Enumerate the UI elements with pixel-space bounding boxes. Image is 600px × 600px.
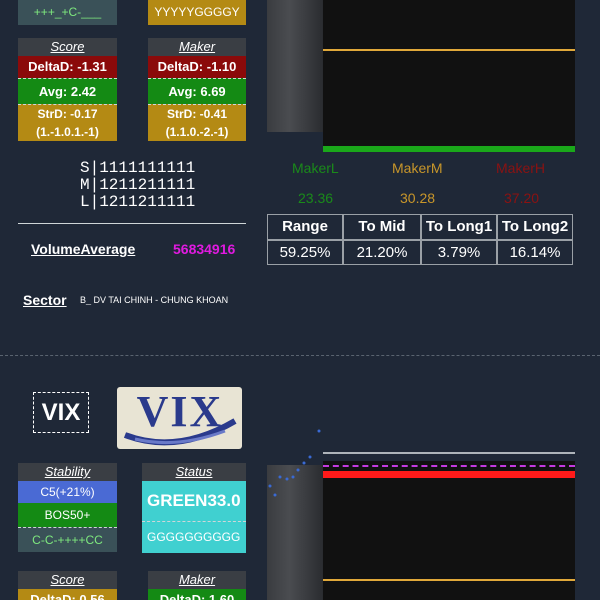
divider (18, 223, 246, 224)
bottom-chart-dots (268, 429, 321, 497)
top-chart-plot (323, 0, 575, 148)
table-value-to-mid: 21.20% (343, 240, 421, 265)
table-header-to-long1: To Long1 (421, 214, 497, 240)
stability-card: Stability C5(+21%) BOS50+ C-C-++++CC (18, 463, 117, 552)
bottom-chart-white-line (323, 452, 575, 454)
maker-strd-sub: (1.1.0.-2.-1) (165, 125, 229, 139)
top-chart-green-band (323, 146, 575, 152)
maker-m-label: MakerM (392, 160, 443, 176)
bottom-score-delta: DeltaD: 0.56 (18, 589, 117, 600)
maker-avg: Avg: 6.69 (148, 78, 246, 104)
table-value-to-long2: 16.14% (497, 240, 573, 265)
bottom-chart-orange-line (323, 579, 575, 581)
stability-bos: BOS50+ (18, 503, 117, 527)
maker-strd-block: StrD: -0.41 (1.1.0.-2.-1) (148, 104, 246, 141)
bottom-maker-header: Maker (148, 571, 246, 589)
maker-m-value: 30.28 (400, 190, 436, 206)
maker-strd: StrD: -0.41 (166, 107, 228, 121)
stability-c5: C5(+21%) (18, 481, 117, 503)
distance-table: Range To Mid To Long1 To Long2 59.25% 21… (267, 214, 573, 265)
ticker-text: VIX (41, 398, 81, 426)
rank-line-m: M|1211211111 (80, 176, 196, 194)
sector-value: B_ DV TAI CHINH - CHUNG KHOAN (80, 295, 229, 305)
maker-card: Maker DeltaD: -1.10 Avg: 6.69 StrD: -0.4… (148, 38, 246, 141)
table-header-range: Range (267, 214, 343, 240)
score-strd-sub: (1.-1.0.1.-1) (36, 125, 99, 139)
bottom-chart-red-band (323, 471, 575, 478)
score-delta: DeltaD: -1.31 (18, 56, 117, 78)
top-pattern-text: +++_+C-___ (33, 5, 102, 19)
rank-line-l: L|1211211111 (80, 193, 196, 211)
bottom-chart-purple-dash (323, 465, 575, 467)
top-status-pattern: YYYYYGGGGY (154, 5, 240, 19)
stability-pattern: C-C-++++CC (18, 527, 117, 552)
table-value-range: 59.25% (267, 240, 343, 265)
volume-value: 56834916 (173, 241, 236, 257)
top-status-card: YYYYYGGGGY (148, 0, 246, 25)
stability-card-header: Stability (18, 463, 117, 481)
table-header-to-long2: To Long2 (497, 214, 573, 240)
top-chart (267, 0, 575, 152)
top-chart-orange-line (323, 49, 575, 51)
company-logo: VIX (117, 387, 242, 449)
table-header-to-mid: To Mid (343, 214, 421, 240)
top-pattern-card: +++_+C-___ (18, 0, 117, 25)
bottom-maker-delta: DeltaD: 1.60 (148, 589, 246, 600)
table-value-to-long1: 3.79% (421, 240, 497, 265)
maker-l-value: 23.36 (298, 190, 334, 206)
score-avg: Avg: 2.42 (18, 78, 117, 104)
maker-card-header: Maker (148, 38, 246, 56)
volume-label: VolumeAverage (31, 241, 136, 257)
status-pattern: GGGGGGGGGG (142, 521, 246, 552)
score-strd-block: StrD: -0.17 (1.-1.0.1.-1) (18, 104, 117, 141)
bottom-score-card: Score DeltaD: 0.56 (18, 571, 117, 600)
status-card: Status GREEN33.0 GGGGGGGGGG (142, 463, 246, 553)
status-card-header: Status (142, 463, 246, 481)
bottom-score-header: Score (18, 571, 117, 589)
logo-text: VIX (136, 387, 224, 436)
maker-l-label: MakerL (292, 160, 339, 176)
section-separator (0, 355, 600, 356)
maker-h-value: 37.20 (504, 190, 540, 206)
rank-line-s: S|1111111111 (80, 159, 196, 177)
maker-h-label: MakerH (496, 160, 546, 176)
bottom-chart (267, 425, 575, 600)
top-chart-gutter (267, 0, 323, 132)
status-value: GREEN33.0 (147, 491, 241, 510)
sector-label: Sector (23, 292, 67, 308)
rank-list: S|1111111111 M|1211211111 L|1211211111 (80, 160, 195, 211)
bottom-maker-card: Maker DeltaD: 1.60 (148, 571, 246, 600)
ticker-box[interactable]: VIX (33, 392, 89, 433)
score-card: Score DeltaD: -1.31 Avg: 2.42 StrD: -0.1… (18, 38, 117, 141)
status-block: GREEN33.0 GGGGGGGGGG (142, 481, 246, 553)
score-strd: StrD: -0.17 (37, 107, 98, 121)
maker-delta: DeltaD: -1.10 (148, 56, 246, 78)
score-card-header: Score (18, 38, 117, 56)
